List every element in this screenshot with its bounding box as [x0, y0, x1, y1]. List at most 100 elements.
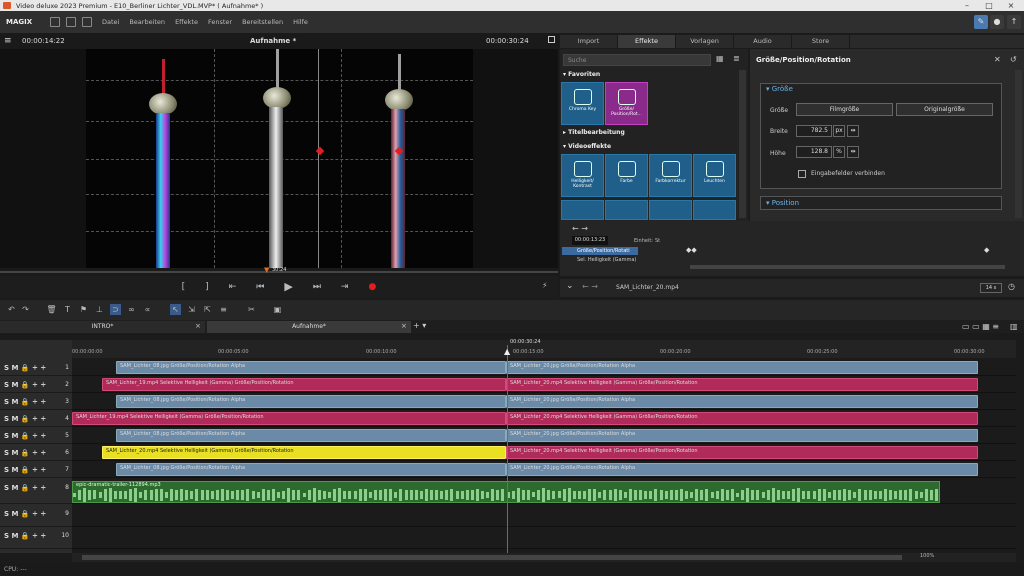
- timeline-clip[interactable]: SAM_Lichter_20.jpg Größe/Position/Rotati…: [506, 361, 978, 374]
- tile-glow[interactable]: Leuchten: [693, 154, 736, 197]
- minimize-icon[interactable]: –: [956, 0, 978, 11]
- properties-scrollbar[interactable]: [1015, 70, 1022, 218]
- text-icon[interactable]: T: [62, 304, 73, 315]
- grid-view-icon[interactable]: ▦: [716, 54, 724, 63]
- library-scrollbar[interactable]: [739, 70, 746, 218]
- pin-icon[interactable]: ✎: [974, 15, 988, 29]
- menu-icon[interactable]: ≡: [4, 36, 12, 46]
- zoom-percent[interactable]: 100%: [920, 553, 934, 559]
- effects-search-input[interactable]: Suche: [563, 54, 711, 66]
- solo-mute-toggle[interactable]: S M 🔒 ÷ ÷: [4, 466, 46, 474]
- timeline-clip[interactable]: SAM_Lichter_20.jpg Größe/Position/Rotati…: [506, 463, 978, 476]
- reset-icon[interactable]: ↺: [1010, 55, 1017, 64]
- close-icon[interactable]: ×: [1000, 0, 1022, 11]
- close-tab-icon[interactable]: ×: [401, 322, 407, 330]
- width-input[interactable]: 782.5: [796, 125, 832, 137]
- menu-item-4[interactable]: Bereitstellen: [242, 18, 283, 26]
- export-frame-icon[interactable]: ▣: [272, 304, 283, 315]
- playhead[interactable]: [507, 345, 508, 553]
- tile-chroma-key[interactable]: Chroma Key: [561, 82, 604, 125]
- save-project-icon[interactable]: [82, 17, 92, 27]
- track-lane[interactable]: SAM_Lichter_08.jpg Größe/Position/Rotati…: [72, 394, 1016, 410]
- track-header[interactable]: S M 🔒 ÷ ÷ 5: [0, 428, 72, 444]
- tile-effect-row2[interactable]: [561, 200, 604, 220]
- timeline-scrollbar[interactable]: 100%: [72, 553, 1016, 562]
- mouse-mode-icon[interactable]: ↖: [170, 304, 181, 315]
- delete-icon[interactable]: 🗑: [46, 304, 57, 315]
- group-position-heading[interactable]: ▾ Position: [766, 199, 799, 207]
- section-favorites[interactable]: ▾ Favoriten: [563, 71, 600, 78]
- menu-item-2[interactable]: Effekte: [175, 18, 198, 26]
- keyframe-row-brightness[interactable]: Sel. Helligkeit (Gamma): [562, 256, 646, 264]
- keyframe-zoom-field[interactable]: 14 s: [980, 283, 1002, 293]
- open-project-icon[interactable]: [66, 17, 76, 27]
- play-icon[interactable]: ▶: [284, 280, 292, 293]
- add-tab-icon[interactable]: + ▾: [413, 321, 426, 330]
- next-marker-icon[interactable]: ⏭: [313, 282, 321, 292]
- height-unit[interactable]: %: [833, 146, 845, 158]
- track-header[interactable]: S M 🔒 ÷ ÷ 6: [0, 445, 72, 461]
- menu-item-5[interactable]: Hilfe: [293, 18, 308, 26]
- solo-mute-toggle[interactable]: S M 🔒 ÷ ÷: [4, 532, 46, 540]
- link-icon[interactable]: ∞: [126, 304, 137, 315]
- audio-lane[interactable]: epic-dramatic-trailer-112894.mp3: [72, 480, 1016, 504]
- track-header[interactable]: S M 🔒 ÷ ÷ 1: [0, 360, 72, 376]
- mark-out-icon[interactable]: ]: [205, 282, 209, 292]
- track-header[interactable]: S M 🔒 ÷ ÷ 10: [0, 528, 72, 549]
- keyframe-diamond-icon[interactable]: ◆: [984, 246, 989, 254]
- width-keyframe-icon[interactable]: ⇹: [847, 125, 859, 137]
- go-to-end-icon[interactable]: ⇥: [341, 282, 349, 292]
- timeline-clip[interactable]: SAM_Lichter_20.jpg Größe/Position/Rotati…: [506, 429, 978, 442]
- section-title[interactable]: ▸ Titelbearbeitung: [563, 129, 625, 136]
- expand-icon[interactable]: ⌄: [566, 281, 574, 291]
- track-header[interactable]: S M 🔒 ÷ ÷ 2: [0, 377, 72, 393]
- scrub-marker-icon[interactable]: ▼: [264, 266, 269, 274]
- lightning-icon[interactable]: ⚡: [542, 281, 548, 290]
- undo-keyframe-icon[interactable]: ← →: [572, 224, 588, 233]
- group-size-heading[interactable]: ▾ Größe: [766, 85, 793, 93]
- stretch-mode-icon[interactable]: ⇱: [202, 304, 213, 315]
- split-icon[interactable]: ⊥: [94, 304, 105, 315]
- solo-mute-toggle[interactable]: S M 🔒 ÷ ÷: [4, 415, 46, 423]
- keyframe-scrollbar[interactable]: [690, 265, 1005, 269]
- timeline-clip[interactable]: SAM_Lichter_19.mp4 Selektive Helligkeit …: [72, 412, 506, 425]
- timeline-clip[interactable]: SAM_Lichter_20.mp4 Selektive Helligkeit …: [102, 446, 506, 459]
- solo-mute-toggle[interactable]: S M 🔒 ÷ ÷: [4, 510, 46, 518]
- solo-mute-toggle[interactable]: S M 🔒 ÷ ÷: [4, 432, 46, 440]
- timeline-clip[interactable]: SAM_Lichter_08.jpg Größe/Position/Rotati…: [116, 395, 506, 408]
- cut-icon[interactable]: ✂: [246, 304, 257, 315]
- width-unit[interactable]: px: [833, 125, 845, 137]
- original-size-button[interactable]: Originalgröße: [896, 103, 993, 116]
- nav-arrows-icon[interactable]: ← →: [582, 282, 598, 291]
- track-header[interactable]: S M 🔒 ÷ ÷ 3: [0, 394, 72, 410]
- track-lane[interactable]: [72, 528, 1016, 549]
- list-view-icon[interactable]: ≣: [733, 54, 740, 63]
- group-icon[interactable]: ∝: [142, 304, 153, 315]
- collapse-icon[interactable]: ✕: [994, 55, 1001, 64]
- timeline-clip[interactable]: SAM_Lichter_08.jpg Größe/Position/Rotati…: [116, 361, 506, 374]
- track-lane[interactable]: SAM_Lichter_08.jpg Größe/Position/Rotati…: [72, 462, 1016, 478]
- height-input[interactable]: 128.8: [796, 146, 832, 158]
- track-header[interactable]: S M 🔒 ÷ ÷ 7: [0, 462, 72, 478]
- new-project-icon[interactable]: [50, 17, 60, 27]
- menu-item-1[interactable]: Bearbeiten: [129, 18, 165, 26]
- mark-in-icon[interactable]: [: [182, 282, 186, 292]
- tile-effect-row2[interactable]: [605, 200, 648, 220]
- solo-mute-toggle[interactable]: S M 🔒 ÷ ÷: [4, 398, 46, 406]
- audio-clip[interactable]: epic-dramatic-trailer-112894.mp3: [72, 481, 940, 503]
- keyframe-timecode[interactable]: 00:00:13:23: [572, 236, 608, 245]
- prev-marker-icon[interactable]: ⏮: [256, 282, 264, 292]
- timeline-clip[interactable]: SAM_Lichter_20.mp4 Selektive Helligkeit …: [506, 446, 978, 459]
- go-to-start-icon[interactable]: ⇤: [229, 282, 237, 292]
- tab-effekte[interactable]: Effekte: [618, 35, 676, 48]
- record-button-icon[interactable]: ●: [368, 282, 376, 292]
- solo-mute-toggle[interactable]: S M 🔒 ÷ ÷: [4, 484, 46, 492]
- timeline-clip[interactable]: SAM_Lichter_20.jpg Größe/Position/Rotati…: [506, 395, 978, 408]
- marker-icon[interactable]: ⚑: [78, 304, 89, 315]
- keyframe-diamond-icon[interactable]: ◆◆: [686, 246, 697, 254]
- tab-audio[interactable]: Audio: [734, 35, 792, 48]
- range-mode-icon[interactable]: ⇲: [186, 304, 197, 315]
- tab-vorlagen[interactable]: Vorlagen: [676, 35, 734, 48]
- tile-brightness-contrast[interactable]: Helligkeit/ Kontrast: [561, 154, 604, 197]
- preview-fullscreen-icon[interactable]: [548, 36, 555, 43]
